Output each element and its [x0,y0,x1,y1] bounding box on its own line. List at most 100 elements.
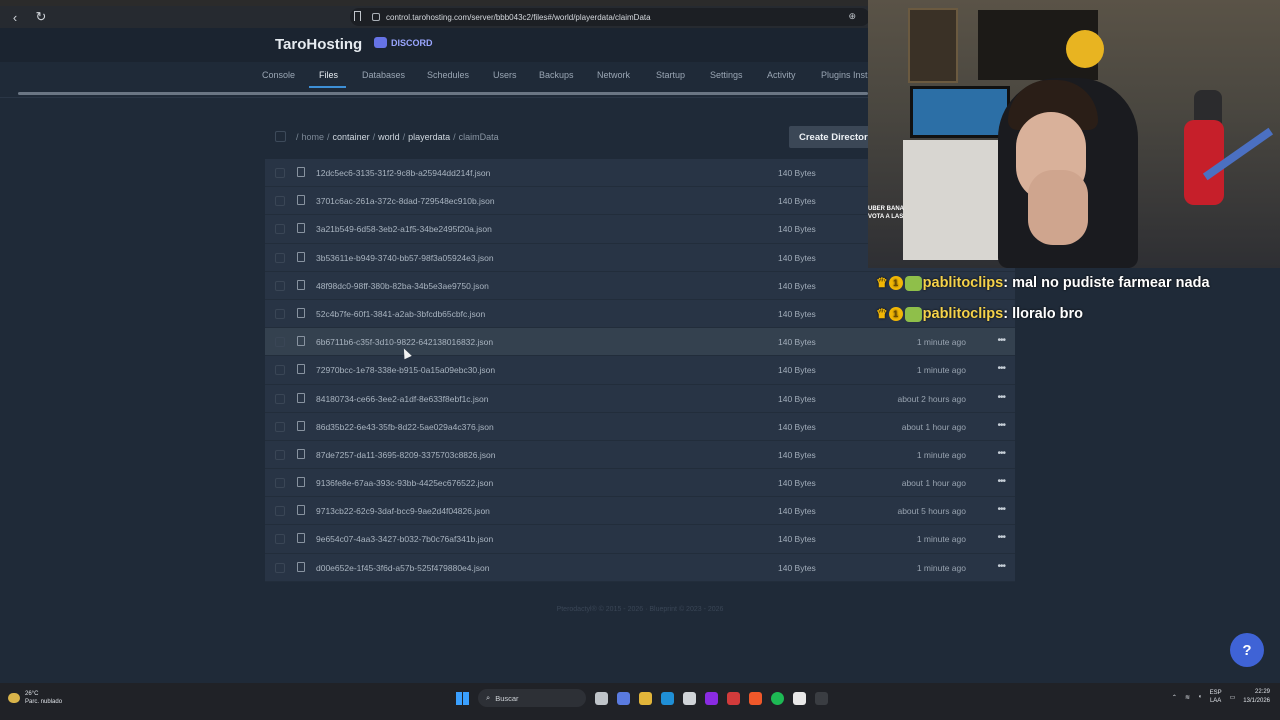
row-checkbox[interactable] [275,365,285,376]
tab-schedules[interactable]: Schedules [427,70,469,80]
tiktok-icon[interactable] [793,691,806,705]
file-name[interactable]: 6b6711b6-c35f-3d10-9822-642138016832.jso… [316,337,493,347]
address-bar[interactable]: control.tarohosting.com/server/bbb043c2/… [350,8,870,26]
create-directory-button[interactable]: Create Director [789,126,879,148]
calendar-icon[interactable] [727,691,740,705]
brand-logo[interactable]: TaroHosting [275,36,362,53]
tab-plugins-installer[interactable]: Plugins Inst [821,70,868,80]
file-name[interactable]: 12dc5ec6-3135-31f2-9c8b-a25944dd214f.jso… [316,168,490,178]
file-row[interactable]: 72970bcc-1e78-338e-b915-0a15a09ebc30.jso… [265,356,1015,385]
taskbar-clock[interactable]: 22:29 13/1/2026 [1243,688,1270,706]
row-checkbox[interactable] [275,224,285,235]
tab-settings[interactable]: Settings [710,70,743,80]
breadcrumb-current: claimData [458,132,499,142]
file-name[interactable]: 87de7257-da11-3695-8209-3375703c8826.jso… [316,450,495,460]
file-row[interactable]: d00e652e-1f45-3f6d-a57b-525f479880e4.jso… [265,553,1015,582]
reload-icon[interactable]: ↻ [30,7,52,27]
spotify-icon[interactable] [771,691,784,705]
row-checkbox[interactable] [275,252,285,263]
row-checkbox[interactable] [275,562,285,573]
file-name[interactable]: 3b53611e-b949-3740-bb57-98f3a05924e3.jso… [316,253,494,263]
file-row[interactable]: 9713cb22-62c9-3daf-bcc9-9ae2d4f04826.jso… [265,497,1015,526]
file-name[interactable]: 84180734-ce66-3ee2-a1df-8e633f8ebf1c.jso… [316,394,489,404]
task-view-icon[interactable] [595,691,608,705]
taskbar-search[interactable]: ⌕ Buscar [478,689,586,707]
discord-link[interactable]: DISCORD [374,37,433,48]
file-row[interactable]: 9136fe8e-67aa-393c-93bb-4425ec676522.jso… [265,469,1015,498]
row-checkbox[interactable] [275,421,285,432]
select-all-checkbox[interactable] [275,131,286,142]
file-name[interactable]: 86d35b22-6e43-35fb-8d22-5ae029a4c376.jso… [316,422,494,432]
tab-users[interactable]: Users [493,70,517,80]
language-indicator[interactable]: ESP LAA [1210,689,1222,705]
file-row[interactable]: 84180734-ce66-3ee2-a1df-8e633f8ebf1c.jso… [265,384,1015,413]
back-icon[interactable]: ‹ [4,7,26,27]
file-name[interactable]: 48f98dc0-98ff-380b-82ba-34b5e3ae9750.jso… [316,281,489,291]
row-checkbox[interactable] [275,506,285,517]
more-options-icon[interactable]: ••• [997,504,1005,515]
tab-files[interactable]: Files [319,70,338,80]
bookmark-icon[interactable] [354,11,361,21]
file-size: 140 Bytes [778,224,816,235]
breadcrumb-home[interactable]: home [302,132,325,142]
windows-start-icon[interactable] [456,691,469,705]
file-name[interactable]: 9713cb22-62c9-3daf-bcc9-9ae2d4f04826.jso… [316,506,490,516]
more-options-icon[interactable]: ••• [997,532,1005,543]
network-icon[interactable]: ▭ [1230,694,1236,701]
more-options-icon[interactable]: ••• [997,420,1005,431]
tab-activity[interactable]: Activity [767,70,796,80]
more-options-icon[interactable]: ••• [997,363,1005,374]
file-row[interactable]: 86d35b22-6e43-35fb-8d22-5ae029a4c376.jso… [265,412,1015,441]
row-checkbox[interactable] [275,308,285,319]
chat-username: pablitoclips [922,306,1004,322]
brave-icon[interactable] [749,691,762,705]
tab-backups[interactable]: Backups [539,70,574,80]
mini-chat-line: UBER BANA [868,206,904,212]
help-button[interactable]: ? [1230,633,1264,667]
tab-startup[interactable]: Startup [656,70,685,80]
subnav-scrollbar[interactable] [18,92,868,95]
row-checkbox[interactable] [275,168,285,178]
volume-icon[interactable]: ◖ [1198,694,1202,700]
wifi-icon[interactable]: ≋ [1185,694,1190,701]
file-icon [297,505,305,516]
more-options-icon[interactable]: ••• [997,392,1005,403]
file-row[interactable]: 9e654c07-4aa3-3427-b032-7b0c76af341b.jso… [265,525,1015,554]
file-name[interactable]: 3701c6ac-261a-372c-8dad-729548ec910b.jso… [316,196,495,206]
row-checkbox[interactable] [275,280,285,291]
more-options-icon[interactable]: ••• [997,561,1005,572]
zoom-icon[interactable]: ⊕ [848,11,856,22]
tab-console[interactable]: Console [262,70,295,80]
file-name[interactable]: d00e652e-1f45-3f6d-a57b-525f479880e4.jso… [316,563,489,573]
file-name[interactable]: 9136fe8e-67aa-393c-93bb-4425ec676522.jso… [316,478,493,488]
file-name[interactable]: 3a21b549-6d58-3eb2-a1f5-34be2495f20a.jso… [316,224,492,234]
tab-network[interactable]: Network [597,70,630,80]
row-checkbox[interactable] [275,196,285,207]
file-row[interactable]: 87de7257-da11-3695-8209-3375703c8826.jso… [265,440,1015,470]
file-name[interactable]: 52c4b7fe-60f1-3841-a2ab-3bfcdb65cbfc.jso… [316,309,485,319]
edge-icon[interactable] [661,691,674,705]
row-checkbox[interactable] [275,393,285,404]
app-icon[interactable] [705,691,718,705]
site-info-icon[interactable] [372,13,380,21]
breadcrumb-container[interactable]: container [333,132,370,142]
chevron-up-icon[interactable]: ⌃ [1172,694,1177,701]
breadcrumb-playerdata[interactable]: playerdata [408,132,450,142]
row-checkbox[interactable] [275,449,285,460]
terminal-icon[interactable] [815,691,828,705]
more-options-icon[interactable]: ••• [997,335,1005,346]
row-checkbox[interactable] [275,478,285,489]
copilot-icon[interactable] [617,691,630,705]
file-size: 140 Bytes [778,196,816,207]
tab-databases[interactable]: Databases [362,70,405,80]
file-explorer-icon[interactable] [639,691,652,705]
row-checkbox[interactable] [275,337,285,348]
file-name[interactable]: 72970bcc-1e78-338e-b915-0a15a09ebc30.jso… [316,365,495,375]
more-options-icon[interactable]: ••• [997,448,1005,459]
row-checkbox[interactable] [275,534,285,545]
more-options-icon[interactable]: ••• [997,476,1005,487]
breadcrumb-world[interactable]: world [378,132,400,142]
file-name[interactable]: 9e654c07-4aa3-3427-b032-7b0c76af341b.jso… [316,534,493,544]
calculator-icon[interactable] [683,691,696,705]
weather-widget[interactable]: 26°C Parc. nublado [8,690,62,706]
